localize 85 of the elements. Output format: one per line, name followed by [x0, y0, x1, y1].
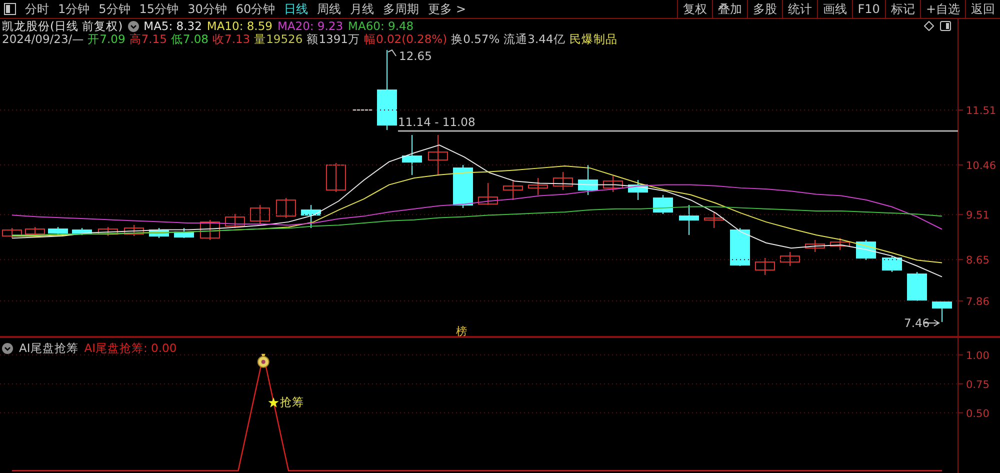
quote-value: 量19526 [254, 33, 303, 46]
candlestick [200, 220, 220, 240]
candlestick [603, 176, 623, 192]
chart-marker: 榜 [456, 325, 467, 338]
panel-toggle-icon[interactable] [4, 3, 16, 15]
period-tab[interactable]: 日线 [284, 0, 308, 18]
price-axis-label: 8.65 [966, 254, 990, 267]
candlestick [25, 226, 45, 236]
quote-value: 低7.08 [170, 33, 208, 46]
price-axis-label: 10.46 [966, 160, 996, 172]
candlestick [907, 272, 927, 302]
candlestick [628, 180, 648, 200]
candlestick [679, 204, 699, 236]
indicator-value: AI尾盘抢筹: 0.00 [84, 341, 177, 356]
indicator-axis-label: 0.75 [966, 378, 990, 391]
candlestick [98, 226, 118, 236]
candlestick [2, 228, 22, 238]
price-range-label: 11.14 - 11.08 [398, 115, 476, 129]
candlestick [225, 214, 245, 228]
quote-value: 流通3.44亿 [504, 33, 566, 46]
quote-value: 高7.15 [129, 33, 167, 46]
price-axis-label: 11.51 [966, 105, 996, 117]
candlestick [932, 302, 952, 322]
period-tab[interactable]: 月线 [350, 0, 374, 18]
candlestick [453, 164, 473, 208]
period-tab[interactable]: 5分钟 [98, 0, 130, 18]
indicator-axis-label: 1.00 [966, 350, 990, 362]
price-axis-label: 7.86 [966, 296, 990, 308]
indicator-name: AI尾盘抢筹 [19, 341, 78, 356]
candlestick [48, 226, 68, 236]
diamond-icon[interactable] [924, 21, 934, 31]
candlestick [174, 228, 194, 238]
candlestick [830, 238, 850, 250]
quote-value: 幅0.02(0.28%) [364, 33, 448, 46]
quote-value: 收7.13 [212, 33, 250, 46]
collapse-icon[interactable] [2, 343, 13, 354]
panel-toggle-icon[interactable] [940, 21, 951, 31]
period-tab[interactable]: 1分钟 [58, 0, 90, 18]
candlestick [124, 224, 144, 236]
candlestick [402, 134, 422, 176]
candlestick [528, 178, 548, 196]
candlestick [780, 252, 800, 266]
high-price-label: 12.65 [399, 49, 432, 63]
candlestick [326, 162, 346, 192]
low-price-label: 7.46 [904, 316, 930, 330]
candlestick [301, 204, 321, 228]
quote-value: 2024/09/23/— [2, 33, 84, 46]
period-tab[interactable]: 多周期 [383, 0, 420, 18]
quote-value: 换0.57% [451, 33, 500, 46]
indicator-axis-label: 0.50 [966, 408, 990, 420]
dropdown-icon[interactable] [128, 21, 139, 32]
stock-title: 凯龙股份(日线 前复权) [2, 20, 123, 33]
money-bag-icon [257, 354, 270, 368]
candlestick [149, 228, 169, 238]
leader-line [388, 49, 396, 56]
candlestick [428, 134, 448, 176]
moving-average-value: MA10: 8.59 [206, 20, 272, 33]
period-tab[interactable]: 分时 [25, 0, 49, 18]
candlestick [276, 198, 296, 218]
period-tab[interactable]: 60分钟 [236, 0, 276, 18]
quote-value: 民爆制品 [569, 33, 618, 46]
candlestick [478, 182, 498, 206]
candlestick [250, 204, 270, 224]
candlestick [730, 228, 750, 266]
signal-label: 抢筹 [280, 395, 304, 410]
candlestick [578, 164, 598, 196]
candlestick [653, 194, 673, 214]
quote-value: 额1391万 [306, 33, 360, 46]
period-tab[interactable]: 周线 [317, 0, 342, 18]
period-tab[interactable]: 15分钟 [139, 0, 179, 18]
quote-value: 开7.09 [88, 33, 126, 46]
period-tab[interactable]: 更多 > [428, 0, 466, 18]
period-tab[interactable]: 30分钟 [188, 0, 227, 18]
candlestick [553, 172, 573, 190]
candlestick [882, 256, 902, 272]
price-axis-label: 9.51 [966, 210, 990, 222]
candlestick [704, 212, 724, 228]
candlestick [755, 258, 775, 276]
candlestick [805, 240, 825, 252]
moving-average-value: MA60: 9.48 [348, 20, 414, 33]
star-icon [268, 397, 279, 408]
moving-average-value: MA5: 8.32 [144, 20, 202, 33]
moving-average-value: MA20: 9.23 [277, 20, 344, 33]
candlestick [503, 180, 523, 200]
candlestick [72, 228, 92, 236]
